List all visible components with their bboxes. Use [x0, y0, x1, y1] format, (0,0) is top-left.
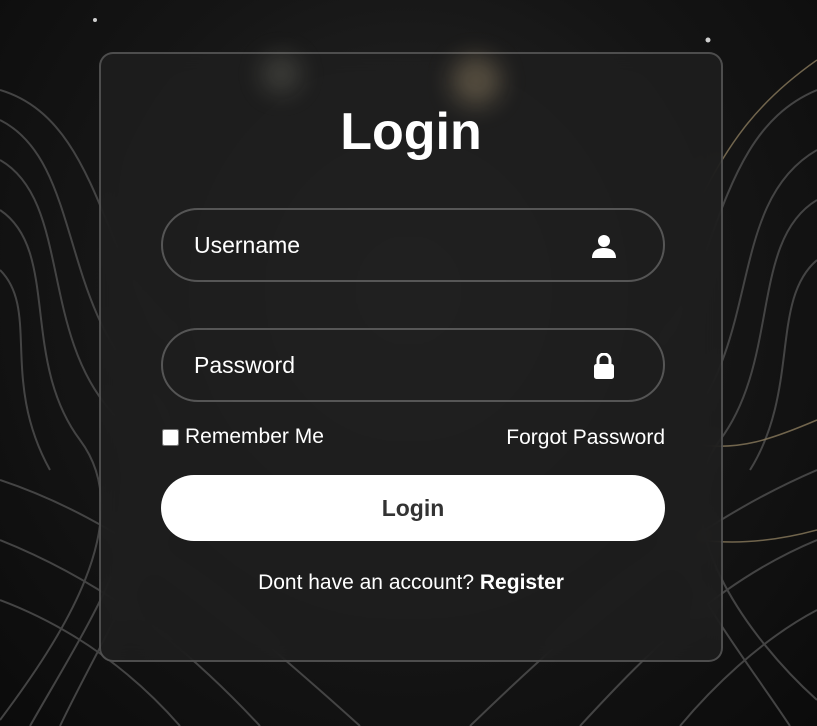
- forgot-password-link[interactable]: Forgot Password: [506, 426, 665, 450]
- remember-me-checkbox[interactable]: [162, 428, 179, 446]
- register-prompt-text: Dont have an account?: [258, 571, 480, 594]
- username-input[interactable]: [163, 210, 663, 280]
- remember-me-text: Remember Me: [185, 425, 324, 448]
- decorative-light-glow: [451, 56, 501, 106]
- user-icon: [592, 235, 616, 258]
- register-prompt: Dont have an account? Register: [101, 571, 721, 595]
- page-title: Login: [340, 103, 482, 161]
- decorative-light-glow: [261, 54, 301, 94]
- remember-forgot-row: Remember Me Forgot Password: [161, 425, 665, 453]
- lock-icon: [594, 353, 614, 379]
- login-button[interactable]: Login: [161, 475, 665, 541]
- password-input[interactable]: [163, 330, 663, 400]
- register-link[interactable]: Register: [480, 571, 564, 594]
- username-field[interactable]: [161, 208, 665, 282]
- login-card: Login Remember Me Forgot Password Login …: [99, 52, 723, 662]
- password-field[interactable]: [161, 328, 665, 402]
- remember-me-label[interactable]: Remember Me: [161, 425, 324, 449]
